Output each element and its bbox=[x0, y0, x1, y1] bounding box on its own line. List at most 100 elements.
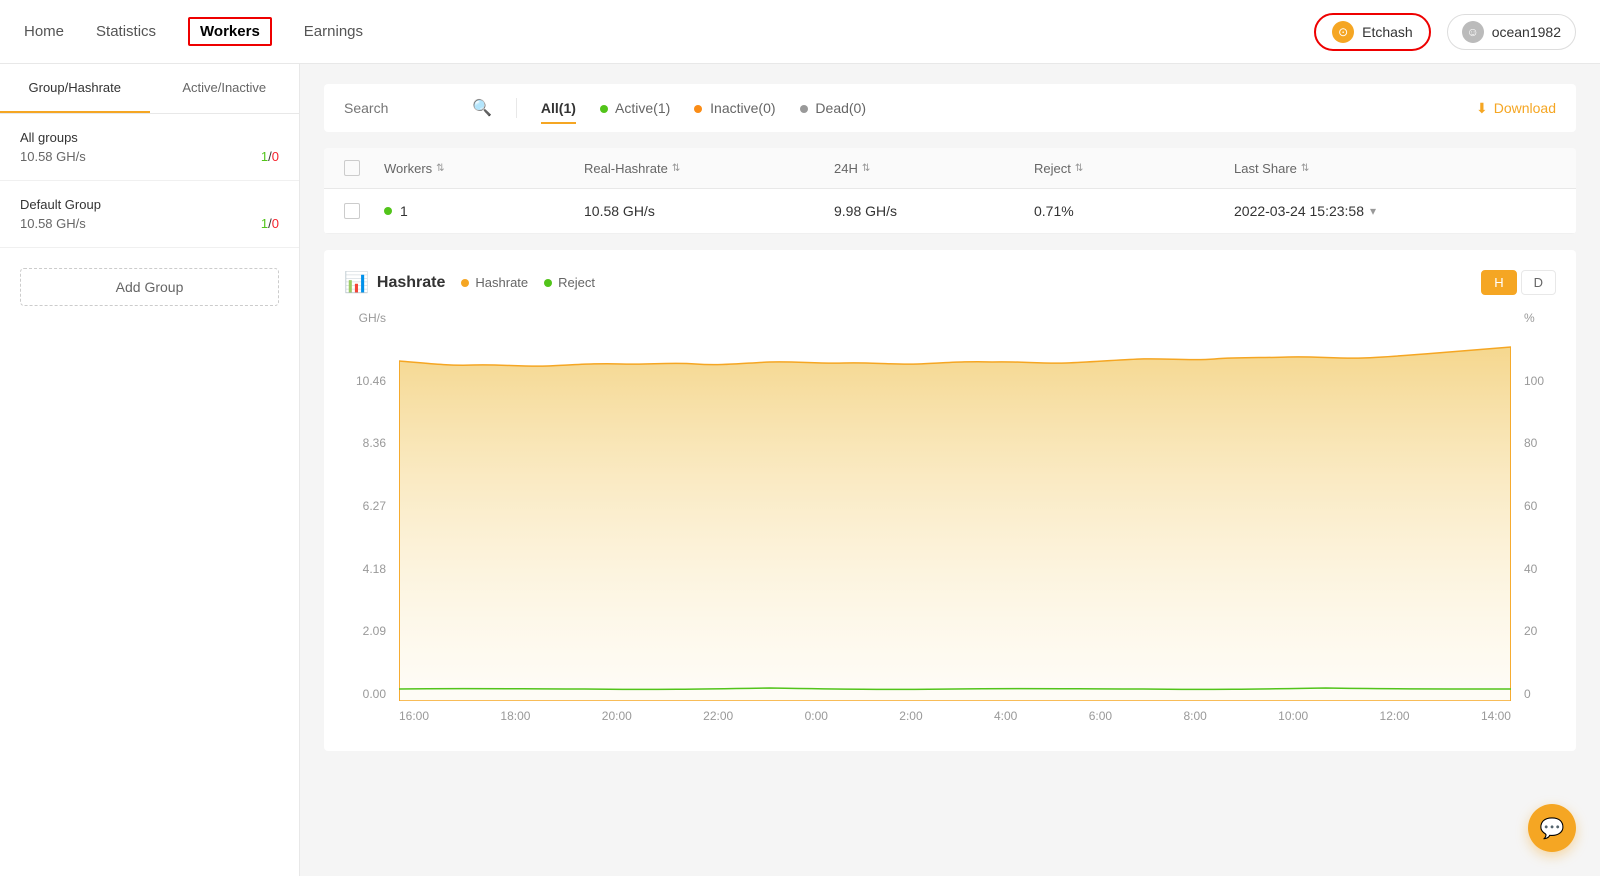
header-workers: Workers ⇅ bbox=[384, 160, 584, 176]
sidebar-tab-active-inactive[interactable]: Active/Inactive bbox=[150, 64, 300, 113]
header-checkbox[interactable] bbox=[344, 160, 360, 176]
search-box: 🔍 bbox=[344, 98, 492, 118]
chart-title: 📊 Hashrate bbox=[344, 270, 445, 295]
y-right-2: 60 bbox=[1524, 499, 1556, 513]
filter-tab-all[interactable]: All(1) bbox=[541, 96, 576, 120]
main-layout: Group/Hashrate Active/Inactive All group… bbox=[0, 64, 1600, 876]
reject-header-label: Reject bbox=[1034, 161, 1071, 176]
toggle-d-button[interactable]: D bbox=[1521, 270, 1556, 295]
search-input[interactable] bbox=[344, 100, 464, 116]
user-icon: ☺ bbox=[1462, 21, 1484, 43]
y-right-5: 0 bbox=[1524, 687, 1556, 701]
add-group-button[interactable]: Add Group bbox=[20, 268, 279, 306]
etchash-button[interactable]: ⊙ Etchash bbox=[1314, 13, 1431, 51]
x-label-2: 20:00 bbox=[602, 709, 632, 723]
sidebar-group-all[interactable]: All groups 10.58 GH/s 1/0 bbox=[0, 114, 299, 181]
nav-home[interactable]: Home bbox=[24, 19, 64, 44]
x-label-9: 10:00 bbox=[1278, 709, 1308, 723]
worker-status-dot bbox=[384, 207, 392, 215]
x-label-10: 12:00 bbox=[1380, 709, 1410, 723]
sidebar-tabs: Group/Hashrate Active/Inactive bbox=[0, 64, 299, 114]
chart-section: 📊 Hashrate Hashrate Reject H D bbox=[324, 250, 1576, 751]
row-checkbox[interactable] bbox=[344, 203, 360, 219]
filter-tab-active[interactable]: Active(1) bbox=[600, 96, 670, 120]
download-label: Download bbox=[1494, 100, 1556, 116]
x-label-11: 14:00 bbox=[1481, 709, 1511, 723]
table-header: Workers ⇅ Real-Hashrate ⇅ 24H ⇅ Reject ⇅… bbox=[324, 148, 1576, 189]
nav-statistics[interactable]: Statistics bbox=[96, 19, 156, 44]
etchash-icon: ⊙ bbox=[1332, 21, 1354, 43]
inactive-dot bbox=[694, 105, 702, 113]
group-all-status: 1/0 bbox=[261, 149, 279, 164]
workers-sort-icon[interactable]: ⇅ bbox=[436, 163, 444, 174]
group-default-status: 1/0 bbox=[261, 216, 279, 231]
main-content: 🔍 All(1) Active(1) Inactive(0) Dead(0) ⬇… bbox=[300, 64, 1600, 876]
chat-icon: 💬 bbox=[1540, 816, 1565, 841]
header-real-hashrate: Real-Hashrate ⇅ bbox=[584, 160, 834, 176]
x-label-4: 0:00 bbox=[805, 709, 828, 723]
header-last-share: Last Share ⇅ bbox=[1234, 160, 1556, 176]
x-label-5: 2:00 bbox=[899, 709, 922, 723]
chart-header: 📊 Hashrate Hashrate Reject H D bbox=[344, 270, 1556, 295]
worker-reject: 0.71% bbox=[1034, 203, 1234, 219]
y-right-unit: % bbox=[1524, 311, 1556, 325]
legend-reject: Reject bbox=[544, 275, 595, 290]
nav-links: Home Statistics Workers Earnings bbox=[24, 17, 363, 46]
group-all-inactive: 0 bbox=[272, 149, 279, 164]
group-default-name: Default Group bbox=[20, 197, 279, 212]
chart-y-right-axis: % 100 80 60 40 20 0 bbox=[1516, 311, 1556, 701]
last-share-dropdown-icon[interactable]: ▾ bbox=[1370, 204, 1376, 218]
worker-real-hashrate: 10.58 GH/s bbox=[584, 203, 834, 219]
download-button[interactable]: ⬇ Download bbox=[1476, 100, 1556, 117]
h24-sort-icon[interactable]: ⇅ bbox=[862, 163, 870, 174]
y-right-3: 40 bbox=[1524, 562, 1556, 576]
legend-reject-label: Reject bbox=[558, 275, 595, 290]
h24-header-label: 24H bbox=[834, 161, 858, 176]
chart-plot bbox=[399, 311, 1511, 701]
filter-tab-inactive[interactable]: Inactive(0) bbox=[694, 96, 775, 120]
reject-sort-icon[interactable]: ⇅ bbox=[1075, 163, 1083, 174]
group-all-hashrate: 10.58 GH/s bbox=[20, 149, 86, 164]
sidebar-group-default[interactable]: Default Group 10.58 GH/s 1/0 bbox=[0, 181, 299, 248]
username-label: ocean1982 bbox=[1492, 24, 1561, 40]
sidebar: Group/Hashrate Active/Inactive All group… bbox=[0, 64, 300, 876]
toggle-h-button[interactable]: H bbox=[1481, 270, 1516, 295]
x-label-6: 4:00 bbox=[994, 709, 1017, 723]
chat-fab-button[interactable]: 💬 bbox=[1528, 804, 1576, 852]
sidebar-tab-group-hashrate[interactable]: Group/Hashrate bbox=[0, 64, 150, 113]
group-default-hashrate: 10.58 GH/s bbox=[20, 216, 86, 231]
filter-bar: 🔍 All(1) Active(1) Inactive(0) Dead(0) ⬇… bbox=[324, 84, 1576, 132]
worker-h24: 9.98 GH/s bbox=[834, 203, 1034, 219]
chart-svg bbox=[399, 311, 1511, 701]
x-label-0: 16:00 bbox=[399, 709, 429, 723]
nav-right: ⊙ Etchash ☺ ocean1982 bbox=[1314, 13, 1576, 51]
legend-reject-dot bbox=[544, 279, 552, 287]
top-nav: Home Statistics Workers Earnings ⊙ Etcha… bbox=[0, 0, 1600, 64]
filter-tab-dead[interactable]: Dead(0) bbox=[800, 96, 866, 120]
y-left-1: 8.36 bbox=[344, 436, 386, 450]
y-left-4: 2.09 bbox=[344, 624, 386, 638]
chart-x-axis: 16:00 18:00 20:00 22:00 0:00 2:00 4:00 6… bbox=[399, 701, 1511, 731]
table-row: 1 10.58 GH/s 9.98 GH/s 0.71% 2022-03-24 … bbox=[324, 189, 1576, 234]
y-right-1: 80 bbox=[1524, 436, 1556, 450]
group-default-inactive: 0 bbox=[272, 216, 279, 231]
filter-active-label: Active(1) bbox=[615, 100, 670, 116]
legend-hashrate-label: Hashrate bbox=[475, 275, 528, 290]
chart-title-label: Hashrate bbox=[377, 274, 445, 292]
y-left-2: 6.27 bbox=[344, 499, 386, 513]
workers-header-label: Workers bbox=[384, 161, 432, 176]
row-checkbox-cell bbox=[344, 203, 384, 219]
nav-earnings[interactable]: Earnings bbox=[304, 19, 363, 44]
dead-dot bbox=[800, 105, 808, 113]
chart-area: GH/s 10.46 8.36 6.27 4.18 2.09 0.00 bbox=[344, 311, 1556, 731]
nav-workers[interactable]: Workers bbox=[188, 17, 272, 46]
group-all-row: 10.58 GH/s 1/0 bbox=[20, 149, 279, 164]
user-button[interactable]: ☺ ocean1982 bbox=[1447, 14, 1576, 50]
real-hashrate-sort-icon[interactable]: ⇅ bbox=[672, 163, 680, 174]
legend-hashrate-dot bbox=[461, 279, 469, 287]
filter-divider bbox=[516, 98, 517, 118]
chart-toggle: H D bbox=[1481, 270, 1556, 295]
last-share-sort-icon[interactable]: ⇅ bbox=[1301, 163, 1309, 174]
worker-last-share-cell: 2022-03-24 15:23:58 ▾ bbox=[1234, 203, 1556, 219]
chart-icon: 📊 bbox=[344, 270, 369, 295]
